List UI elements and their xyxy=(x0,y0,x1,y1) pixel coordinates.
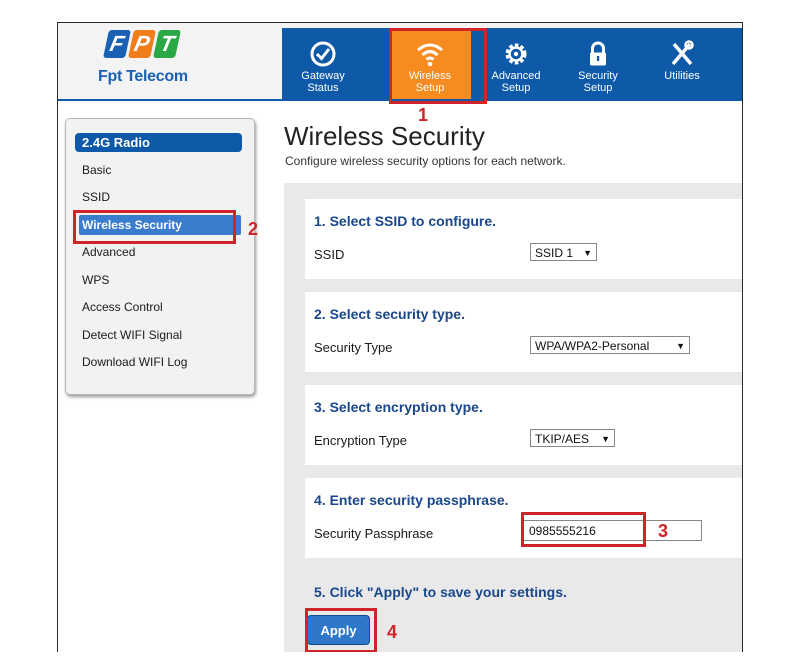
sidebar-item-detect-wifi-signal[interactable]: Detect WIFI Signal xyxy=(82,328,182,342)
nav-security-setup[interactable]: Security Setup xyxy=(557,28,639,99)
logo-letter-p: P xyxy=(128,30,156,58)
annotation-box-1 xyxy=(389,28,487,104)
sidebar-item-ssid[interactable]: SSID xyxy=(82,190,110,204)
dropdown-arrow-icon: ▼ xyxy=(583,248,592,258)
ssid-select-value: SSID 1 xyxy=(535,246,574,260)
gear-icon xyxy=(505,43,527,65)
annotation-box-3 xyxy=(521,512,646,547)
sidebar-item-download-wifi-log[interactable]: Download WIFI Log xyxy=(82,355,187,369)
settings-panel: 1. Select SSID to configure. SSID SSID 1… xyxy=(284,183,742,652)
main-nav: Gateway Status Wireless Setup Advanced Setu… xyxy=(282,28,742,99)
annotation-number-2: 2 xyxy=(248,219,259,239)
sidebar: 2.4G Radio Basic SSID Wireless Security … xyxy=(65,118,255,395)
nav-gateway-status[interactable]: Gateway Status xyxy=(282,28,364,99)
nav-advanced-setup[interactable]: Advanced Setup xyxy=(475,28,557,99)
encryption-type-value: TKIP/AES xyxy=(535,432,590,446)
nav-label: Security Setup xyxy=(578,70,618,94)
sidebar-header: 2.4G Radio xyxy=(75,133,242,152)
nav-label: Gateway Status xyxy=(301,70,345,94)
encryption-type-label: Encryption Type xyxy=(314,433,407,448)
page-title: Wireless Security xyxy=(284,121,485,151)
sidebar-item-wps[interactable]: WPS xyxy=(82,273,109,287)
ssid-select[interactable]: SSID 1 ▼ xyxy=(530,243,597,261)
sidebar-item-basic[interactable]: Basic xyxy=(82,163,111,177)
annotation-box-4 xyxy=(305,608,377,652)
apply-instruction: 5. Click "Apply" to save your settings. xyxy=(314,584,567,600)
router-admin-window: F P T Fpt Telecom Gateway Status Wireles… xyxy=(57,22,743,652)
section-encryption-type: 3. Select encryption type. Encryption Ty… xyxy=(305,385,742,465)
section-title: 2. Select security type. xyxy=(314,306,465,322)
nav-utilities[interactable]: Utilities xyxy=(641,28,723,99)
dropdown-arrow-icon: ▼ xyxy=(676,341,685,351)
security-type-value: WPA/WPA2-Personal xyxy=(535,339,650,353)
section-title: 4. Enter security passphrase. xyxy=(314,492,509,508)
tools-icon xyxy=(671,40,694,66)
passphrase-label: Security Passphrase xyxy=(314,526,434,541)
encryption-type-select[interactable]: TKIP/AES ▼ xyxy=(530,429,615,447)
section-title: 3. Select encryption type. xyxy=(314,399,483,415)
lock-icon xyxy=(590,41,606,66)
sidebar-item-advanced[interactable]: Advanced xyxy=(82,245,135,259)
check-circle-icon xyxy=(310,41,336,67)
security-type-select[interactable]: WPA/WPA2-Personal ▼ xyxy=(530,336,690,354)
nav-label: Utilities xyxy=(664,70,700,82)
page-subtitle: Configure wireless security options for … xyxy=(285,154,566,168)
annotation-number-1: 1 xyxy=(418,105,429,125)
annotation-box-2 xyxy=(73,210,236,244)
annotation-number-3: 3 xyxy=(658,521,669,541)
dropdown-arrow-icon: ▼ xyxy=(601,434,610,444)
nav-label: Advanced Setup xyxy=(491,70,541,94)
sidebar-item-access-control[interactable]: Access Control xyxy=(82,300,163,314)
logo-name: Fpt Telecom xyxy=(98,68,188,85)
section-title: 1. Select SSID to configure. xyxy=(314,213,497,229)
section-ssid: 1. Select SSID to configure. SSID SSID 1… xyxy=(305,199,742,279)
fpt-logo: F P T Fpt Telecom xyxy=(98,30,198,94)
security-type-label: Security Type xyxy=(314,340,393,355)
annotation-number-4: 4 xyxy=(387,622,398,642)
section-security-type: 2. Select security type. Security Type W… xyxy=(305,292,742,372)
ssid-label: SSID xyxy=(314,247,345,262)
logo-letter-t: T xyxy=(153,30,181,58)
logo-letter-f: F xyxy=(103,30,131,58)
